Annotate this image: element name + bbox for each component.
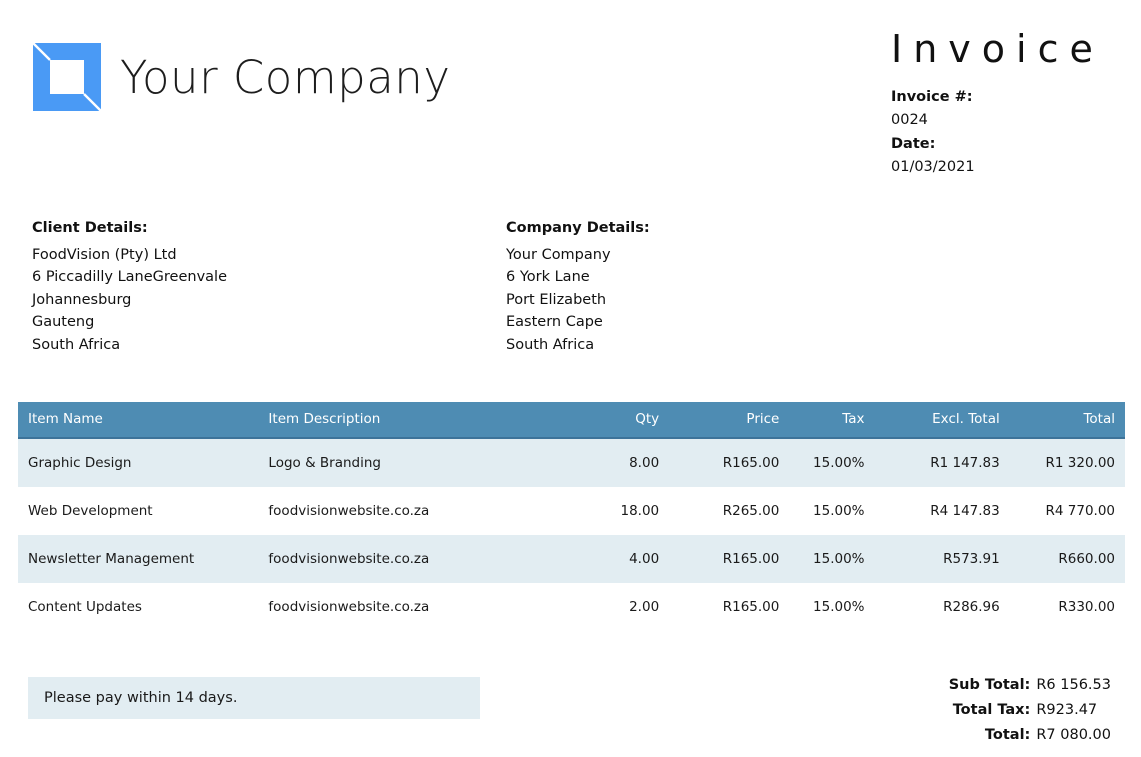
- sub-total-value: R6 156.53: [1036, 677, 1111, 694]
- totals-row: Total: R7 080.00: [949, 727, 1111, 752]
- cell-item-name: Content Updates: [18, 583, 259, 632]
- client-line: South Africa: [32, 336, 121, 353]
- payment-note: Please pay within 14 days.: [28, 677, 480, 720]
- total-tax-label: Total Tax:: [952, 702, 1031, 719]
- cell-item-name: Graphic Design: [18, 438, 259, 488]
- line-items-table: Item Name Item Description Qty Price Tax…: [18, 402, 1125, 632]
- totals-row: Total Tax: R923.47: [949, 702, 1111, 727]
- cell-item-name: Web Development: [18, 487, 259, 536]
- company-line: Eastern Cape: [506, 314, 603, 331]
- cell-item-description: foodvisionwebsite.co.za: [258, 583, 544, 632]
- sub-total-label: Sub Total:: [948, 677, 1031, 694]
- totals-block: Sub Total: R6 156.53 Total Tax: R923.47 …: [949, 677, 1111, 752]
- cell-price: R265.00: [669, 487, 790, 536]
- column-header-tax: Tax: [789, 402, 875, 440]
- client-details: Client Details: FoodVision (Pty) Ltd 6 P…: [32, 220, 506, 357]
- cell-qty: 18.00: [543, 487, 670, 536]
- cell-excl-total: R573.91: [874, 535, 1010, 584]
- cell-total: R660.00: [1009, 535, 1125, 584]
- column-header-item-name: Item Name: [18, 402, 259, 440]
- invoice-meta: Invoice Invoice #: 0024 Date: 01/03/2021: [891, 30, 1123, 180]
- brand-block: Your Company: [32, 30, 450, 112]
- company-name: Your Company: [120, 50, 451, 104]
- square-diamond-logo-icon: [32, 42, 102, 112]
- invoice-date-label: Date:: [891, 135, 936, 152]
- company-line: Your Company: [506, 246, 611, 263]
- column-header-qty: Qty: [543, 402, 670, 440]
- payment-note-text: Please pay within 14 days.: [44, 690, 238, 707]
- table-row: Newsletter Management foodvisionwebsite.…: [18, 535, 1125, 584]
- details-section: Client Details: FoodVision (Pty) Ltd 6 P…: [0, 220, 1141, 357]
- totals-row: Sub Total: R6 156.53: [949, 677, 1111, 702]
- table-row: Graphic Design Logo & Branding 8.00 R165…: [18, 438, 1125, 488]
- client-line: Gauteng: [32, 314, 95, 331]
- cell-excl-total: R4 147.83: [874, 487, 1010, 536]
- cell-total: R4 770.00: [1009, 487, 1125, 536]
- table-row: Web Development foodvisionwebsite.co.za …: [18, 487, 1125, 536]
- grand-total-label: Total:: [984, 727, 1031, 744]
- column-header-item-description: Item Description: [258, 402, 544, 440]
- client-line: Johannesburg: [32, 291, 132, 308]
- page-title: Invoice: [891, 27, 1104, 71]
- cell-qty: 2.00: [543, 583, 670, 632]
- invoice-header: Your Company Invoice Invoice #: 0024 Dat…: [0, 0, 1141, 180]
- cell-qty: 8.00: [543, 438, 670, 488]
- company-line: 6 York Lane: [506, 269, 590, 286]
- client-line: 6 Piccadilly LaneGreenvale: [32, 269, 227, 286]
- company-line: Port Elizabeth: [506, 291, 607, 308]
- cell-item-description: foodvisionwebsite.co.za: [258, 535, 544, 584]
- company-line: South Africa: [506, 336, 595, 353]
- cell-excl-total: R1 147.83: [874, 438, 1010, 488]
- cell-item-name: Newsletter Management: [18, 535, 259, 584]
- client-line: FoodVision (Pty) Ltd: [32, 246, 177, 263]
- column-header-price: Price: [669, 402, 790, 440]
- invoice-footer: Please pay within 14 days. Sub Total: R6…: [0, 677, 1141, 752]
- total-tax-value: R923.47: [1036, 702, 1098, 719]
- table-header-row: Item Name Item Description Qty Price Tax…: [18, 402, 1125, 440]
- cell-tax: 15.00%: [789, 438, 875, 488]
- client-details-title: Client Details:: [32, 219, 148, 236]
- invoice-number-value: 0024: [891, 112, 928, 129]
- cell-qty: 4.00: [543, 535, 670, 584]
- cell-tax: 15.00%: [789, 535, 875, 584]
- invoice-number-label: Invoice #:: [891, 89, 973, 105]
- table-row: Content Updates foodvisionwebsite.co.za …: [18, 583, 1125, 632]
- cell-tax: 15.00%: [789, 487, 875, 536]
- column-header-total: Total: [1009, 402, 1125, 440]
- cell-total: R330.00: [1009, 583, 1125, 632]
- company-details: Company Details: Your Company 6 York Lan…: [506, 220, 980, 357]
- grand-total-value: R7 080.00: [1036, 727, 1111, 744]
- cell-tax: 15.00%: [789, 583, 875, 632]
- cell-excl-total: R286.96: [874, 583, 1010, 632]
- invoice-date-value: 01/03/2021: [891, 159, 975, 176]
- cell-total: R1 320.00: [1009, 438, 1125, 488]
- cell-price: R165.00: [669, 438, 790, 488]
- cell-item-description: Logo & Branding: [258, 438, 544, 488]
- cell-price: R165.00: [669, 583, 790, 632]
- line-items-section: Item Name Item Description Qty Price Tax…: [0, 402, 1141, 632]
- column-header-excl-total: Excl. Total: [874, 402, 1010, 440]
- company-details-title: Company Details:: [506, 219, 650, 236]
- cell-item-description: foodvisionwebsite.co.za: [258, 487, 544, 536]
- cell-price: R165.00: [669, 535, 790, 584]
